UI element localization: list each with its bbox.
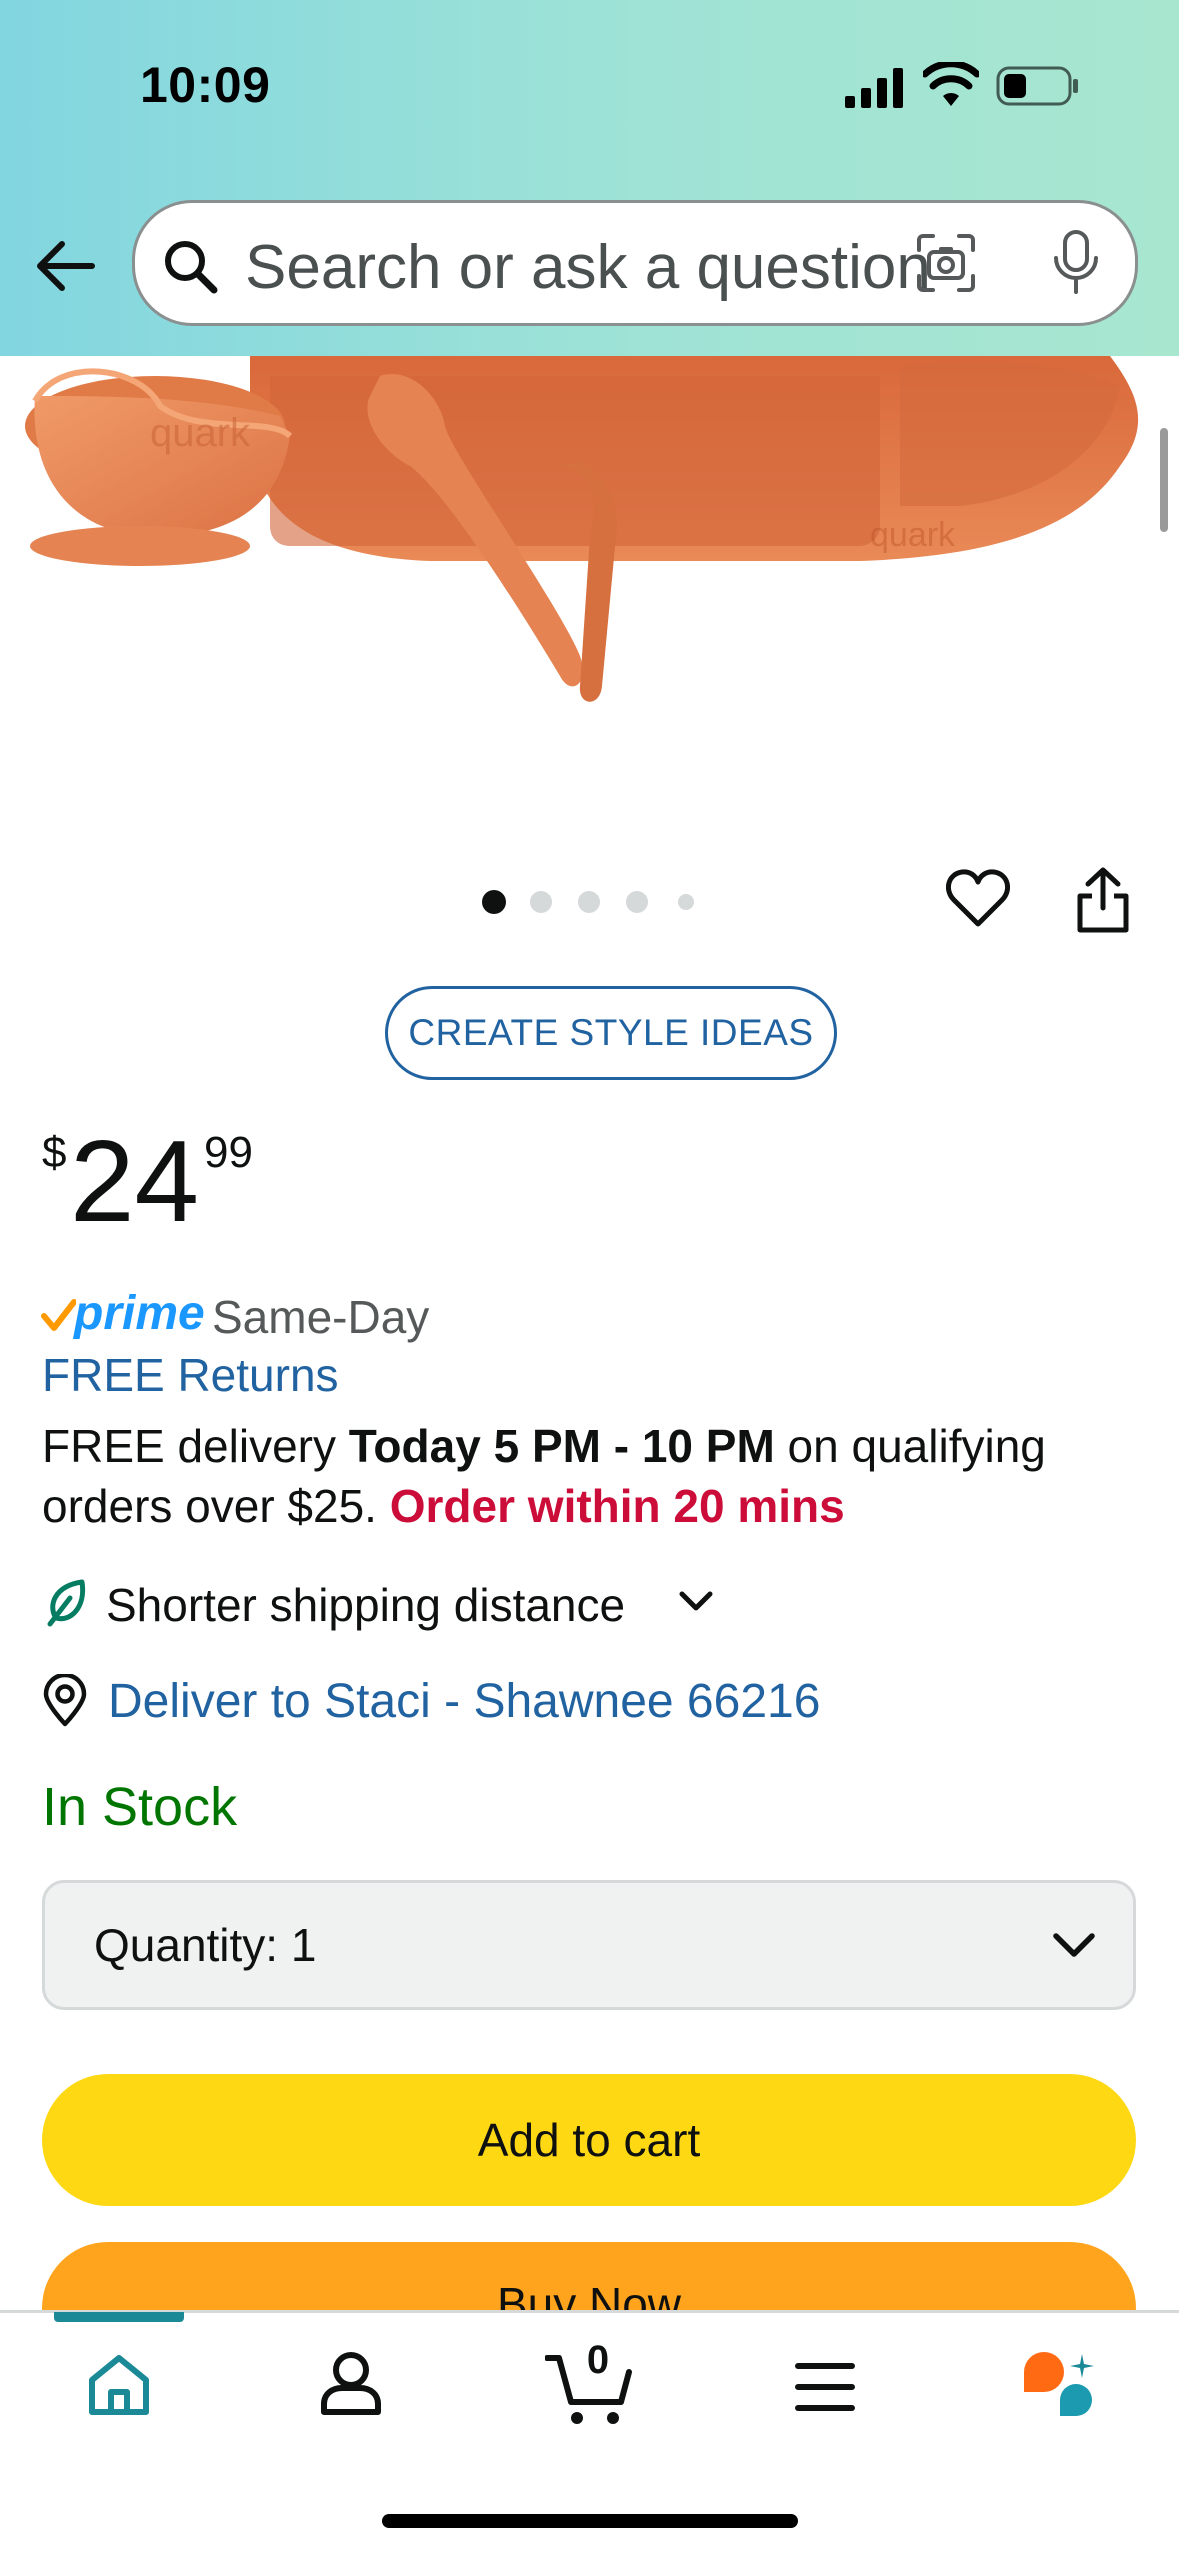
menu-icon[interactable] (790, 2352, 860, 2422)
cart-count-badge: 0 (586, 2338, 610, 2382)
free-returns-link[interactable]: FREE Returns (42, 1348, 339, 1402)
wifi-icon (923, 62, 979, 106)
prime-logo: prime (74, 1287, 205, 1340)
deliver-to-link[interactable]: Deliver to Staci - Shawnee 66216 (108, 1674, 820, 1729)
location-pin-icon (43, 1674, 87, 1727)
prime-check-icon (41, 1299, 76, 1331)
order-cutoff: Order within 20 mins (389, 1480, 845, 1532)
search-icon (165, 241, 218, 294)
camera-search-icon[interactable] (915, 232, 977, 294)
price-whole: 24 (70, 1116, 200, 1246)
chevron-down-icon[interactable] (676, 1584, 716, 1620)
status-time: 10:09 (140, 57, 271, 113)
quantity-label-text: Quantity: (94, 1919, 279, 1971)
cellular-signal-icon (845, 68, 903, 108)
leaf-icon (47, 1579, 86, 1627)
carousel-dot[interactable] (578, 891, 600, 913)
heart-icon[interactable] (946, 868, 1010, 928)
share-icon[interactable] (1072, 866, 1134, 934)
delivery-message: FREE delivery Today 5 PM - 10 PM on qual… (42, 1416, 1152, 1536)
home-icon[interactable] (84, 2350, 154, 2420)
home-active-indicator (54, 2312, 184, 2322)
price-currency: $ (42, 1128, 67, 1177)
home-indicator[interactable] (382, 2514, 798, 2528)
create-style-ideas-button[interactable]: CREATE STYLE IDEAS (385, 986, 837, 1080)
quantity-value: 1 (290, 1919, 317, 1971)
search-placeholder[interactable]: Search or ask a question (245, 228, 935, 308)
price-fraction: 99 (204, 1128, 253, 1177)
delivery-window: Today 5 PM - 10 PM (348, 1420, 775, 1472)
chevron-down-icon[interactable] (1050, 1926, 1098, 1966)
shipping-distance-toggle[interactable]: Shorter shipping distance (106, 1578, 625, 1632)
rufus-assistant-icon[interactable] (1020, 2350, 1100, 2426)
battery-icon (996, 66, 1078, 106)
carousel-dot[interactable] (626, 891, 648, 913)
brand-mark: quark (150, 411, 251, 455)
scrollbar[interactable] (1160, 428, 1168, 532)
carousel-dot-active[interactable] (482, 890, 506, 914)
microphone-icon[interactable] (1046, 228, 1106, 298)
account-icon[interactable] (316, 2348, 386, 2418)
brand-mark: quark (870, 516, 956, 554)
quantity-label: Quantity: 1 (94, 1918, 316, 1972)
stock-status: In Stock (42, 1777, 238, 1837)
prime-same-day-label: Same-Day (212, 1291, 430, 1343)
back-arrow-icon[interactable] (30, 230, 102, 302)
add-to-cart-button[interactable]: Add to cart (42, 2074, 1136, 2206)
product-image[interactable]: quark quark (0, 356, 1179, 826)
carousel-dot[interactable] (678, 894, 694, 910)
delivery-prefix: FREE delivery (42, 1420, 349, 1472)
carousel-dot[interactable] (530, 891, 552, 913)
